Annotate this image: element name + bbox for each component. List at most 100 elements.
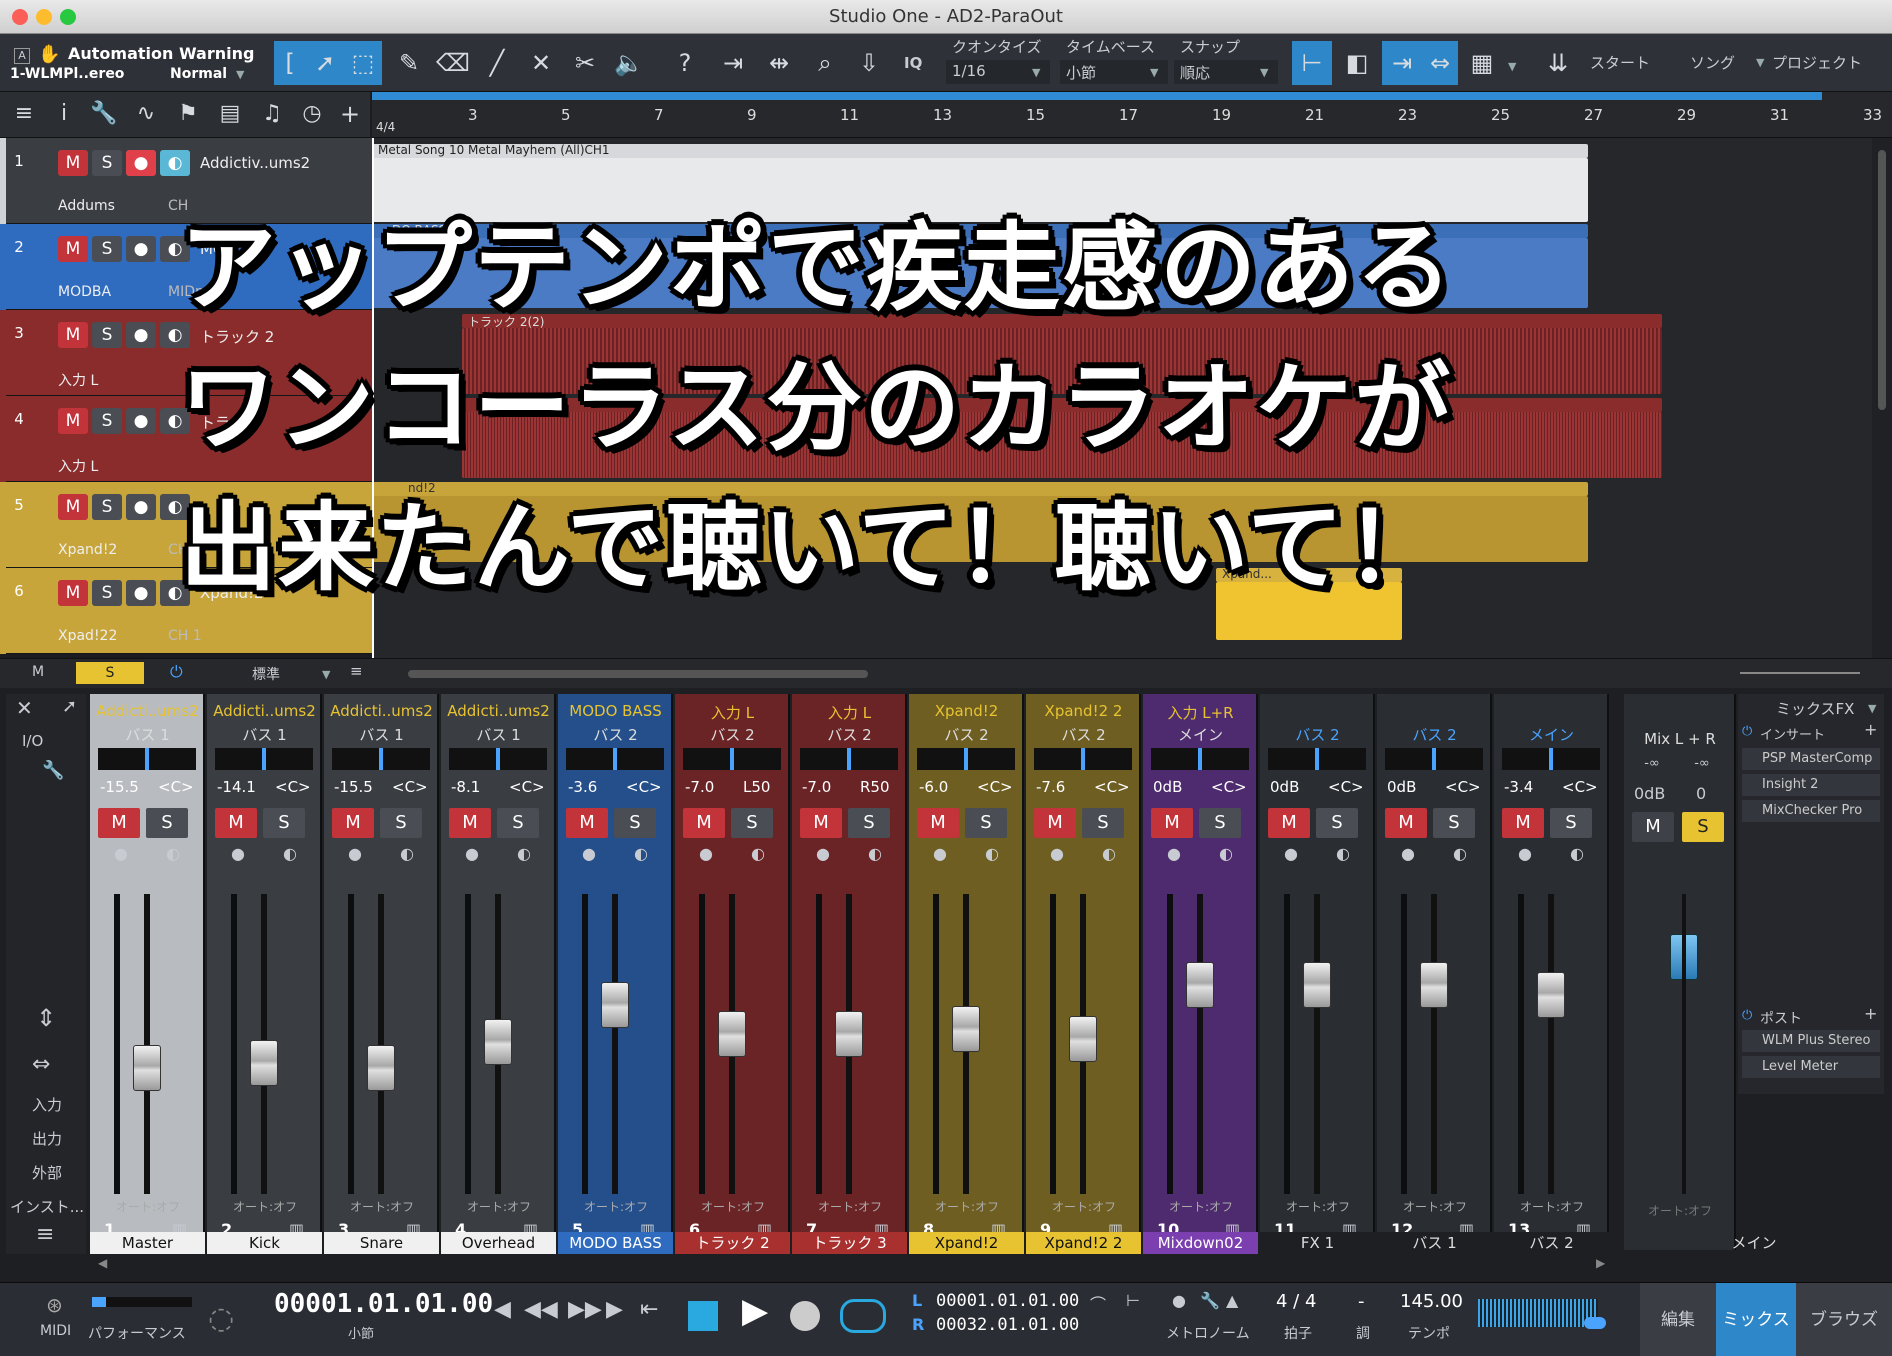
monitor-icon[interactable]: ◐ <box>1453 844 1467 863</box>
channel-name[interactable]: FX 1 <box>1260 1232 1375 1254</box>
channel-output[interactable]: バス 2 <box>1026 724 1141 745</box>
mute-tool-icon[interactable]: ✕ <box>522 41 560 85</box>
scroll-left-icon[interactable]: ◀ <box>98 1256 107 1270</box>
pan-slider[interactable] <box>98 748 196 770</box>
scroll-right-icon[interactable]: ▶ <box>1596 1256 1605 1270</box>
insert-plugin[interactable]: Insight 2 <box>1742 774 1880 796</box>
channel-pan[interactable]: <C> <box>158 778 194 796</box>
snap-event-icon[interactable]: ◧ <box>1338 41 1376 85</box>
track-channel[interactable]: CH 1 <box>168 628 202 644</box>
track-name[interactable]: Addictiv..ums2 <box>200 154 310 172</box>
monitor-icon[interactable]: ◐ <box>1336 844 1350 863</box>
record-arm-icon[interactable]: ● <box>933 844 947 863</box>
instrument-panel-button[interactable]: インスト... <box>10 1196 84 1217</box>
channel-output[interactable]: バス 2 <box>558 724 673 745</box>
fader-handle[interactable] <box>1069 1016 1097 1062</box>
channel-volume[interactable]: -15.5 <box>334 778 373 796</box>
pan-slider[interactable] <box>332 748 430 770</box>
add-insert-icon[interactable]: + <box>1864 720 1877 739</box>
fader-handle[interactable] <box>484 1019 512 1065</box>
channel-automation-mode[interactable]: オート:オフ <box>334 1198 430 1215</box>
channel-output[interactable]: メイン <box>1143 724 1258 745</box>
post-plugin[interactable]: Level Meter <box>1742 1056 1880 1078</box>
channel-volume[interactable]: -7.0 <box>802 778 831 796</box>
channel-input[interactable]: Addicti..ums2 <box>90 702 205 720</box>
channel-output[interactable]: バス 1 <box>207 724 322 745</box>
left-locator-value[interactable]: 00001.01.01.00 <box>936 1291 1079 1311</box>
channel-mute-button[interactable]: M <box>332 808 374 838</box>
right-locator-value[interactable]: 00032.01.01.00 <box>936 1315 1079 1335</box>
monitor-icon[interactable]: ◐ <box>1570 844 1584 863</box>
monitor-icon[interactable]: ◐ <box>166 844 180 863</box>
tempo-icon[interactable]: ◷ <box>292 92 332 136</box>
power-icon[interactable]: ⏻ <box>170 662 183 682</box>
monitor-icon[interactable]: ◐ <box>400 844 414 863</box>
fader-handle[interactable] <box>1537 972 1565 1018</box>
channel-volume[interactable]: -14.1 <box>217 778 256 796</box>
fader-handle[interactable] <box>1186 962 1214 1008</box>
fader-handle[interactable] <box>250 1040 278 1086</box>
fader-track[interactable] <box>612 894 618 1194</box>
mix-view-button[interactable]: ミックス <box>1716 1283 1796 1356</box>
fader-handle[interactable] <box>1303 962 1331 1008</box>
track-solo-button[interactable]: S <box>92 494 122 520</box>
record-arm-icon[interactable]: ● <box>1518 844 1532 863</box>
track-input[interactable]: 入力 L <box>58 370 98 390</box>
list-icon[interactable]: ≡ <box>350 662 363 680</box>
channel-output[interactable]: メイン <box>1494 724 1609 745</box>
play-button[interactable]: ▶ <box>742 1291 768 1331</box>
fader-track[interactable] <box>1431 894 1437 1194</box>
import-icon[interactable]: ⇊ <box>1538 41 1578 85</box>
menu-icon[interactable]: ≡ <box>4 92 44 136</box>
channel-volume[interactable]: -15.5 <box>100 778 139 796</box>
return-to-zero-icon[interactable]: ⇤ <box>640 1297 658 1322</box>
monitor-icon[interactable]: ◐ <box>1102 844 1116 863</box>
channel-volume[interactable]: 0dB <box>1270 778 1299 796</box>
channel-input[interactable]: MODO BASS <box>558 702 673 720</box>
track-input[interactable]: Addums <box>58 198 115 214</box>
io-button[interactable]: I/O <box>22 732 43 750</box>
fader-track[interactable] <box>144 894 150 1194</box>
fader-handle[interactable] <box>718 1011 746 1057</box>
channel-solo-button[interactable]: S <box>965 808 1007 838</box>
snap-select[interactable]: 順応 ▼ <box>1174 60 1278 84</box>
autoscroll-icon[interactable]: ⇩ <box>850 41 888 85</box>
precount-icon[interactable]: ⌒ <box>1090 1291 1106 1315</box>
channel-name[interactable]: Mixdown02 <box>1143 1232 1258 1254</box>
sync-icon[interactable]: ◌ <box>208 1301 234 1336</box>
record-arm-icon[interactable]: ● <box>1050 844 1064 863</box>
monitor-icon[interactable]: ◐ <box>751 844 765 863</box>
time-signature[interactable]: 4 / 4 <box>1276 1291 1316 1312</box>
zoom-slider[interactable] <box>1740 672 1860 674</box>
cursor-follow-icon[interactable]: ⇔ <box>1422 41 1458 85</box>
channel-name[interactable]: Kick <box>207 1232 322 1254</box>
vertical-scrollbar[interactable] <box>1872 138 1892 658</box>
main-automation[interactable]: オート:オフ <box>1638 1202 1722 1219</box>
fader-handle[interactable] <box>133 1045 161 1091</box>
channel-pan[interactable]: <C> <box>1562 778 1598 796</box>
loop-range-bar[interactable] <box>372 92 1822 100</box>
monitor-icon[interactable]: ◐ <box>283 844 297 863</box>
follow-icon[interactable]: ⇥ <box>1382 41 1422 85</box>
channel-automation-mode[interactable]: オート:オフ <box>1270 1198 1366 1215</box>
fader-track[interactable] <box>1197 894 1203 1194</box>
close-mixer-icon[interactable]: ✕ <box>16 696 33 720</box>
channel-input[interactable]: Addicti..ums2 <box>441 702 556 720</box>
fader-track[interactable] <box>378 894 384 1194</box>
global-solo-button[interactable]: S <box>76 662 144 684</box>
main-volume[interactable]: 0dB <box>1634 784 1665 803</box>
start-button[interactable]: スタート <box>1590 52 1650 73</box>
monitor-icon[interactable]: ◐ <box>1219 844 1233 863</box>
channel-mute-button[interactable]: M <box>1268 808 1310 838</box>
track-input[interactable]: 入力 L <box>58 456 98 476</box>
punch-icon[interactable]: ⊢ <box>1126 1291 1140 1310</box>
channel-pan[interactable]: L50 <box>743 778 770 796</box>
project-button[interactable]: プロジェクト <box>1772 52 1862 73</box>
pan-slider[interactable] <box>1385 748 1483 770</box>
channel-name[interactable]: Overhead <box>441 1232 556 1254</box>
range-tool-icon[interactable]: ⬚ <box>344 41 382 85</box>
rewind-icon[interactable]: ◀◀ <box>524 1297 558 1322</box>
channel-input[interactable]: 入力 L+R <box>1143 702 1258 723</box>
main-fader-track[interactable] <box>1682 894 1686 1194</box>
channel-mute-button[interactable]: M <box>917 808 959 838</box>
